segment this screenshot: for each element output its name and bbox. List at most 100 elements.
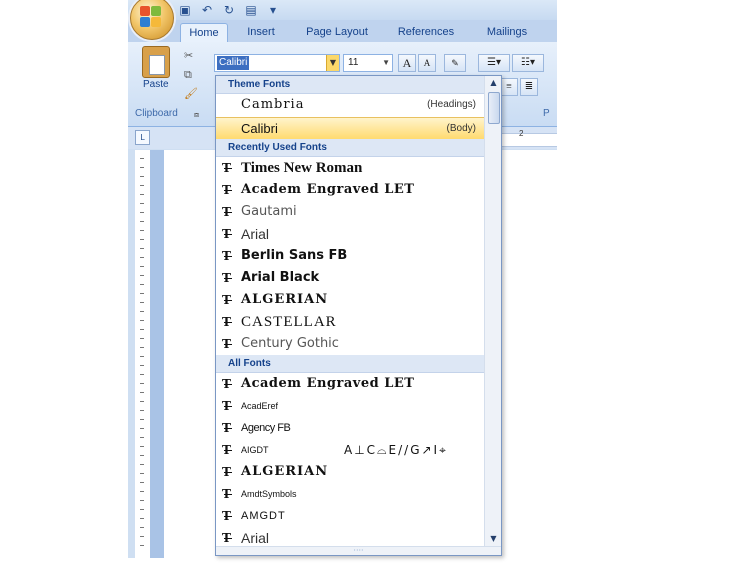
ruler-tick [140, 275, 144, 276]
font-item-algerian[interactable]: T ALGERIAN [216, 289, 484, 311]
font-name: Agency FB [241, 422, 291, 434]
font-name: Arial Black [241, 270, 320, 285]
font-name: Academ Engraved LET [241, 376, 415, 391]
font-name: Arial [241, 530, 270, 546]
grow-font-button[interactable]: A [398, 54, 416, 72]
font-name: Berlin Sans FB [241, 248, 348, 263]
redo-icon[interactable]: ↻ [222, 3, 236, 17]
align-center-icon[interactable]: ≡ [500, 78, 518, 96]
font-item-amgdt[interactable]: T AMGDT [216, 505, 484, 527]
font-item-amdtsymbols[interactable]: T AmdtSymbols [216, 483, 484, 505]
font-item-arial[interactable]: T Arial [216, 223, 484, 245]
format-painter-icon[interactable]: 🖌 [184, 88, 198, 100]
ruler-tick [140, 518, 144, 519]
tab-insert[interactable]: Insert [236, 23, 286, 42]
scroll-down-icon[interactable]: ▼ [485, 532, 501, 546]
ruler-tick [140, 410, 144, 411]
save-icon[interactable]: ▣ [178, 3, 192, 17]
chevron-down-icon[interactable]: ▼ [326, 55, 339, 71]
font-item-century-gothic[interactable]: T Century Gothic [216, 333, 484, 355]
tab-page-layout[interactable]: Page Layout [298, 23, 376, 42]
truetype-icon: T [222, 400, 236, 413]
font-item-times-new-roman[interactable]: T Times New Roman [216, 157, 484, 179]
font-item-acaderef[interactable]: T AcadEref [216, 395, 484, 417]
ruler-tick [140, 185, 144, 186]
justify-icon[interactable]: ≣ [520, 78, 538, 96]
ruler-tick [140, 329, 144, 330]
truetype-icon: T [222, 162, 236, 175]
font-name: Academ Engraved LET [241, 182, 415, 197]
ruler-number: 2 [519, 129, 524, 138]
scroll-up-icon[interactable]: ▲ [485, 76, 501, 90]
truetype-icon: T [222, 228, 236, 241]
numbering-icon[interactable]: ☷▾ [512, 54, 544, 72]
truetype-icon: T [222, 532, 236, 545]
truetype-icon: T [222, 250, 236, 263]
font-name-box[interactable]: Calibri ▼ [214, 54, 340, 72]
paste-button-label[interactable]: Paste [143, 79, 169, 90]
truetype-icon: T [222, 206, 236, 219]
ruler-tick [140, 167, 144, 168]
ruler-tick [140, 509, 144, 510]
tab-home[interactable]: Home [180, 23, 228, 43]
cut-icon[interactable]: ✂ [184, 50, 193, 62]
ruler-tick [140, 266, 144, 267]
customize-icon[interactable]: ▾ [266, 3, 280, 17]
truetype-icon: T [222, 272, 236, 285]
font-item-cambria[interactable]: Cambria (Headings) [216, 94, 484, 116]
dropdown-scrollbar[interactable]: ▲ ▼ [484, 76, 501, 546]
ruler-tick [140, 338, 144, 339]
font-name: ALGERIAN [241, 292, 329, 307]
ruler-tick [140, 374, 144, 375]
font-item-academ-engraved-all[interactable]: T Academ Engraved LET [216, 373, 484, 395]
ruler-tick [140, 212, 144, 213]
section-header-all-fonts: All Fonts [216, 355, 484, 373]
font-item-castellar[interactable]: T CASTELLAR [216, 311, 484, 333]
chevron-down-icon[interactable]: ▼ [382, 55, 390, 71]
font-item-academ-engraved[interactable]: T Academ Engraved LET [216, 179, 484, 201]
font-item-calibri-selected[interactable]: Calibri (Body) [216, 117, 484, 141]
font-name: Arial [241, 226, 270, 242]
bullets-icon[interactable]: ☰▾ [478, 54, 510, 72]
clipboard-group-label: Clipboard [135, 108, 178, 119]
font-item-gautami[interactable]: T Gautami [216, 201, 484, 223]
ruler-tick [140, 176, 144, 177]
undo-icon[interactable]: ↶ [200, 3, 214, 17]
font-item-agency-fb[interactable]: T Agency FB [216, 417, 484, 439]
ruler-tick [140, 464, 144, 465]
ruler-tick [140, 383, 144, 384]
font-item-berlin-sans[interactable]: T Berlin Sans FB [216, 245, 484, 267]
print-preview-icon[interactable]: ▤ [244, 3, 258, 17]
tab-references[interactable]: References [390, 23, 462, 42]
ruler-tick [140, 545, 144, 546]
truetype-icon: T [222, 338, 236, 351]
ruler-tick [140, 500, 144, 501]
truetype-icon: T [222, 184, 236, 197]
font-size-box[interactable]: 11 ▼ [343, 54, 393, 72]
paste-icon[interactable] [142, 46, 170, 78]
scroll-thumb[interactable] [488, 92, 500, 124]
ruler-tick [140, 230, 144, 231]
copy-icon[interactable]: ⧉ [184, 69, 192, 81]
font-name: ALGERIAN [241, 464, 329, 479]
ruler-tick [140, 284, 144, 285]
font-item-aigdt[interactable]: T AIGDT A⊥C⌓E//G↗I⌖ [216, 439, 484, 461]
resize-grip-icon[interactable]: ···· [216, 546, 501, 555]
ruler-tick [140, 347, 144, 348]
tab-selector-icon[interactable]: L [135, 130, 150, 145]
shrink-font-button[interactable]: A [418, 54, 436, 72]
truetype-icon: T [222, 294, 236, 307]
ruler-tick [140, 455, 144, 456]
ribbon-tabs: Home Insert Page Layout References Maili… [128, 20, 557, 43]
font-item-arial-black[interactable]: T Arial Black [216, 267, 484, 289]
font-name: Century Gothic [241, 336, 339, 351]
tab-mailings[interactable]: Mailings [478, 23, 536, 42]
font-name: AIGDT [241, 445, 269, 455]
truetype-icon: T [222, 510, 236, 523]
font-item-algerian-all[interactable]: T ALGERIAN [216, 461, 484, 483]
dialog-launcher-icon[interactable]: ⧈ [194, 109, 199, 121]
clear-formatting-icon[interactable]: ✎ [444, 54, 466, 72]
ruler-tick [140, 419, 144, 420]
ruler-tick [140, 248, 144, 249]
font-name: Calibri [241, 121, 278, 136]
